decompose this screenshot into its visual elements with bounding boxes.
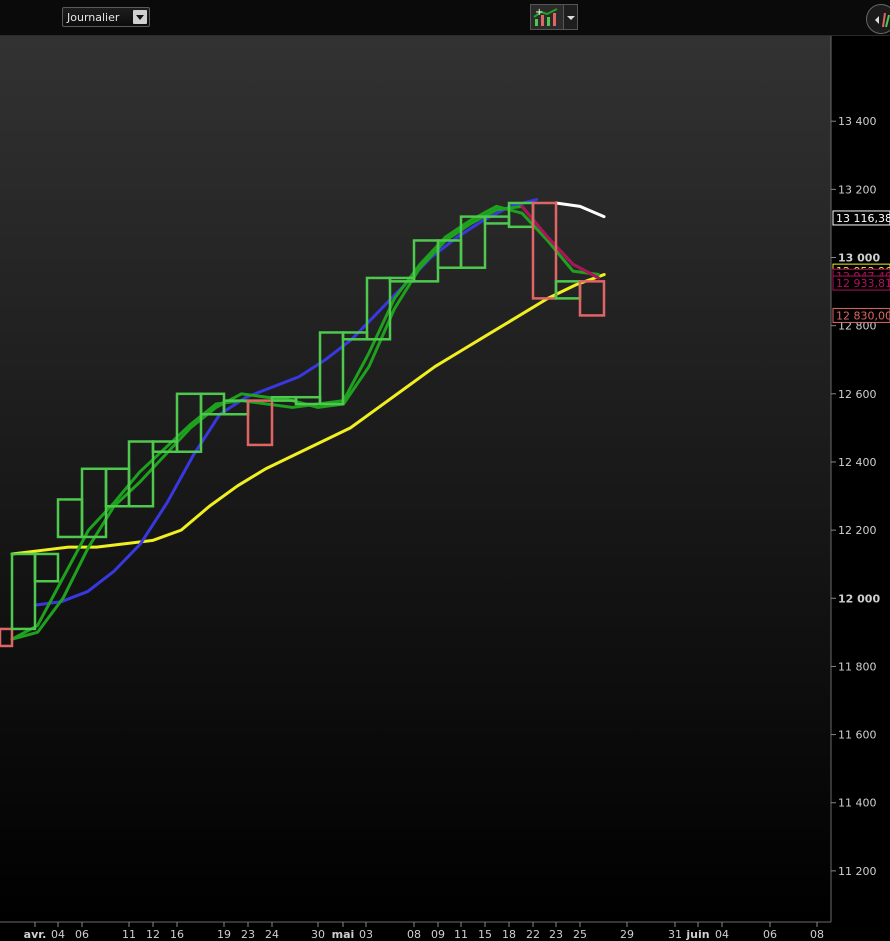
price-chart: 11 200 11 400 11 600 11 800 12 000 12 200 12 4… (0, 36, 890, 941)
x-tick-label: 29 (620, 928, 634, 941)
y-tick-label: 13 400 (838, 115, 877, 128)
x-tick-label: avr. (24, 928, 47, 941)
y-tick-label: 13 000 (838, 252, 880, 265)
y-axis-panel (831, 36, 890, 922)
x-tick-label: 23 (549, 928, 563, 941)
x-tick-label: 06 (763, 928, 777, 941)
x-tick-label: 09 (431, 928, 445, 941)
y-tick-label: 12 600 (838, 388, 877, 401)
x-tick-label: 11 (122, 928, 136, 941)
x-tick-label: 18 (502, 928, 516, 941)
y-tick-label: 12 400 (838, 456, 877, 469)
y-tick-label: 13 200 (838, 183, 877, 196)
x-tick-label: 11 (454, 928, 468, 941)
y-tick-label: 11 600 (838, 729, 877, 742)
x-tick-label: 08 (810, 928, 824, 941)
x-tick-label: 16 (170, 928, 184, 941)
y-tick-label: 11 200 (838, 865, 877, 878)
y-tick-label: 12 200 (838, 524, 877, 537)
x-tick-label: 04 (715, 928, 729, 941)
x-tick-label: 22 (526, 928, 540, 941)
x-tick-label: 19 (217, 928, 231, 941)
x-tick-label: 08 (407, 928, 421, 941)
plot-area (0, 36, 831, 922)
x-tick-label: 06 (75, 928, 89, 941)
y-tick-label: 11 800 (838, 660, 877, 673)
x-tick-label: 31 (668, 928, 682, 941)
x-tick-label: 30 (311, 928, 325, 941)
price-tag-label: 12 830,00 (836, 309, 890, 322)
price-tag-label: 13 116,38 (836, 212, 890, 225)
x-tick-label: 15 (478, 928, 492, 941)
x-tick-label: 23 (241, 928, 255, 941)
x-tick-label: 25 (573, 928, 587, 941)
x-tick-label: 24 (265, 928, 279, 941)
x-tick-label: 04 (51, 928, 65, 941)
price-tag-label: 12 933,81 (836, 277, 890, 290)
y-tick-label: 11 400 (838, 797, 877, 810)
x-tick-label: mai (332, 928, 355, 941)
x-tick-label: juin (685, 928, 709, 941)
x-tick-label: 03 (359, 928, 373, 941)
y-tick-label: 12 000 (838, 592, 880, 605)
x-tick-label: 12 (146, 928, 160, 941)
